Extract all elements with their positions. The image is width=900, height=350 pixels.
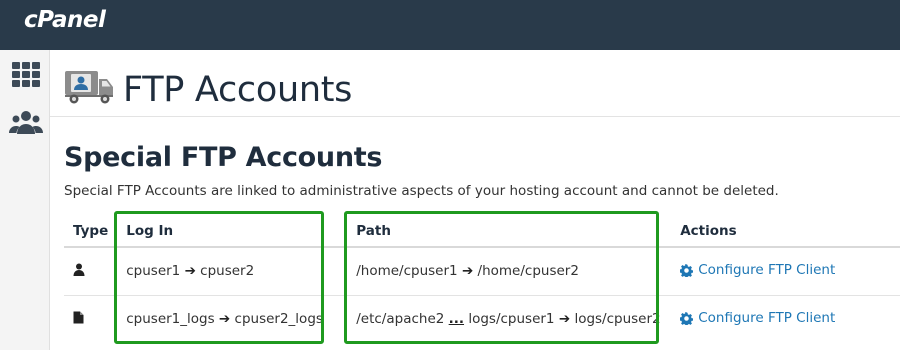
path-column-highlight xyxy=(344,211,659,344)
cpanel-logo[interactable]: cPanel xyxy=(24,7,106,33)
actions-cell: Configure FTP Client xyxy=(671,247,900,296)
configure-ftp-client-link[interactable]: Configure FTP Client xyxy=(680,262,835,278)
type-cell xyxy=(64,295,117,343)
type-cell xyxy=(64,247,118,296)
page-header: FTP Accounts xyxy=(50,50,900,117)
users-icon[interactable] xyxy=(9,106,43,140)
column-header-type[interactable]: Type xyxy=(64,215,118,248)
page-title: FTP Accounts xyxy=(123,70,353,110)
actions-cell: Configure FTP Client xyxy=(671,295,900,343)
configure-ftp-client-label: Configure FTP Client xyxy=(698,310,836,326)
gear-icon xyxy=(680,263,694,277)
gear-icon xyxy=(680,311,694,325)
user-icon xyxy=(73,263,85,280)
login-column-highlight xyxy=(114,211,324,344)
grid-icon[interactable] xyxy=(9,58,43,92)
top-bar: cPanel xyxy=(0,0,900,50)
ftp-truck-icon xyxy=(64,69,114,105)
sidebar xyxy=(0,50,50,350)
section-description: Special FTP Accounts are linked to admin… xyxy=(64,183,779,199)
configure-ftp-client-link[interactable]: Configure FTP Client xyxy=(680,310,835,326)
column-header-actions: Actions xyxy=(671,215,900,248)
configure-ftp-client-label: Configure FTP Client xyxy=(698,262,836,278)
section-title: Special FTP Accounts xyxy=(64,142,383,173)
file-icon xyxy=(73,311,84,328)
